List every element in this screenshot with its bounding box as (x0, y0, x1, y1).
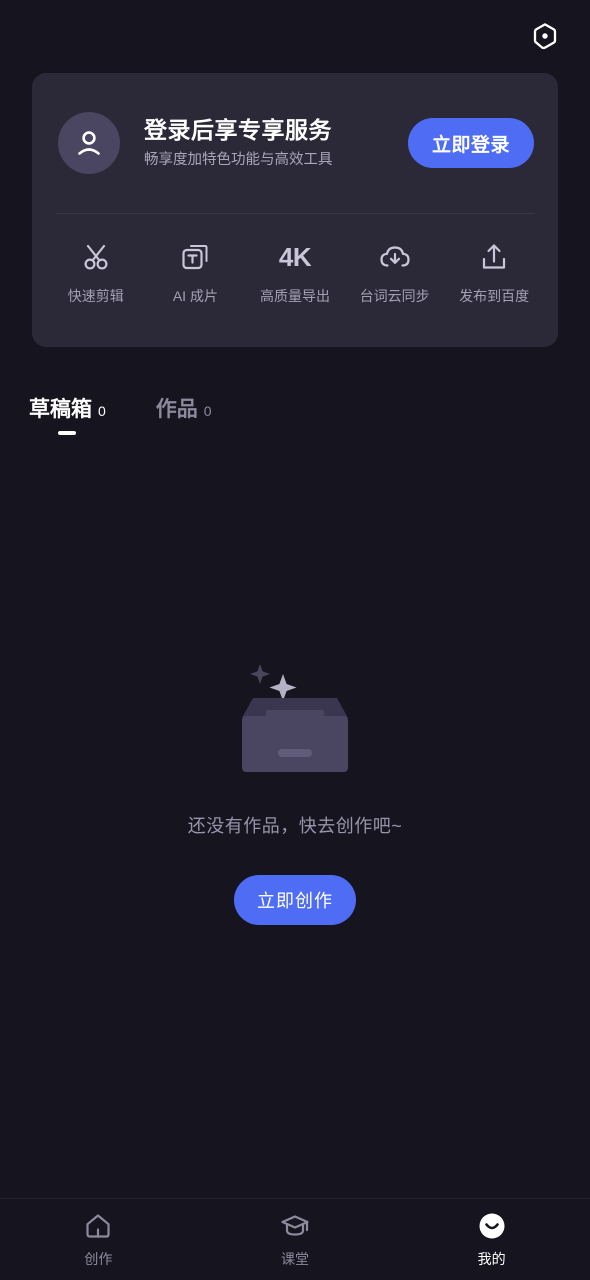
app-screen: 登录后享专享服务 畅享度加特色功能与高效工具 立即登录 快速剪辑 AI 成片 4… (0, 0, 590, 1280)
nav-label-mine: 我的 (477, 1251, 506, 1267)
feature-publish-baidu[interactable]: 发布到百度 (444, 240, 544, 306)
tab-active-indicator (58, 431, 77, 435)
tab-bar: 草稿箱 0 作品 0 (0, 398, 262, 435)
user-avatar-icon (78, 131, 100, 155)
login-card: 登录后享专享服务 畅享度加特色功能与高效工具 立即登录 快速剪辑 AI 成片 4… (32, 73, 558, 347)
nav-label-create: 创作 (84, 1251, 113, 1267)
tab-works-label: 作品 (155, 398, 198, 421)
tab-drafts[interactable]: 草稿箱 0 (29, 398, 106, 435)
graduation-cap-icon (280, 1210, 310, 1242)
top-bar (0, 0, 590, 72)
empty-state-message: 还没有作品，快去创作吧~ (187, 816, 403, 836)
login-row: 登录后享专享服务 畅享度加特色功能与高效工具 立即登录 (32, 73, 558, 213)
feature-label: 台词云同步 (359, 288, 430, 304)
cloud-download-icon (378, 240, 412, 274)
tab-works-count: 0 (203, 403, 212, 419)
scissors-icon (80, 240, 112, 274)
settings-button[interactable] (526, 17, 564, 55)
tab-drafts-label: 草稿箱 (29, 398, 92, 421)
nav-item-create[interactable]: 创作 (0, 1210, 197, 1269)
tab-drafts-text: 草稿箱 0 (29, 398, 106, 421)
feature-label: 快速剪辑 (67, 288, 124, 304)
settings-hexagon-icon (533, 23, 557, 50)
home-icon (83, 1210, 113, 1242)
nav-label-classroom: 课堂 (281, 1251, 309, 1267)
empty-box-sparkles-icon (220, 640, 370, 790)
tab-drafts-count: 0 (98, 403, 106, 419)
tab-works-text: 作品 0 (156, 398, 212, 421)
bottom-navigation: 创作 课堂 我的 (0, 1198, 590, 1280)
tab-works[interactable]: 作品 0 (156, 398, 212, 435)
upload-icon (478, 240, 510, 274)
login-subtitle: 畅享度加特色功能与高效工具 (144, 152, 333, 169)
feature-label: AI 成片 (172, 288, 218, 304)
feature-ai-video[interactable]: AI 成片 (146, 240, 246, 306)
feature-label: 发布到百度 (459, 288, 530, 304)
tab-inactive-indicator (175, 431, 193, 435)
feature-label: 高质量导出 (259, 288, 330, 304)
nav-item-classroom[interactable]: 课堂 (197, 1210, 394, 1269)
nav-item-mine[interactable]: 我的 (393, 1210, 590, 1269)
empty-state: 还没有作品，快去创作吧~ 立即创作 (0, 640, 590, 925)
4k-icon: 4K (278, 240, 312, 274)
smiley-face-icon (477, 1210, 507, 1242)
ai-text-frame-icon (179, 240, 211, 274)
login-button[interactable]: 立即登录 (408, 118, 534, 168)
login-title: 登录后享专享服务 (144, 116, 332, 143)
feature-lyrics-sync[interactable]: 台词云同步 (345, 240, 445, 306)
avatar (58, 112, 120, 174)
feature-list: 快速剪辑 AI 成片 4K 高质量导出 台词云同步 发布到百度 (32, 214, 558, 346)
4k-text: 4K (278, 241, 312, 272)
create-now-button[interactable]: 立即创作 (234, 875, 356, 925)
login-text-group: 登录后享专享服务 畅享度加特色功能与高效工具 (144, 117, 408, 170)
feature-quick-edit[interactable]: 快速剪辑 (46, 240, 146, 306)
feature-hq-export[interactable]: 4K 高质量导出 (245, 240, 345, 306)
